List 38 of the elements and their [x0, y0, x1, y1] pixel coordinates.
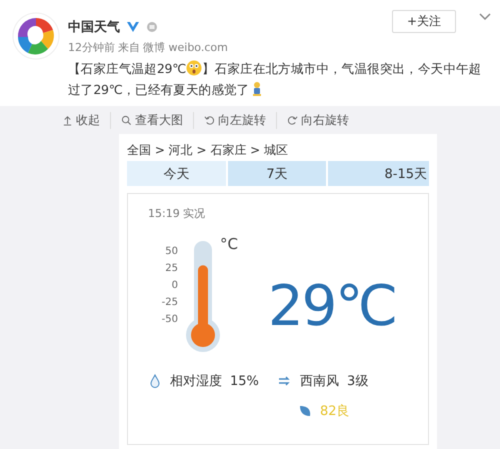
forecast-tab[interactable]: 8-15天 — [328, 161, 430, 186]
forecast-tab[interactable]: 今天 — [127, 161, 226, 186]
humidity-value: 15% — [230, 374, 259, 388]
scale-label: 0 — [170, 278, 178, 292]
temperature-value: 29℃ — [268, 274, 396, 339]
rotate-right-icon — [287, 114, 298, 126]
source-link[interactable]: 微博 weibo.com — [143, 40, 228, 55]
toolbar-button[interactable]: 向左旋转 — [204, 112, 277, 128]
observation-time: 15:19 实况 — [148, 206, 206, 221]
chevron-down-icon[interactable] — [479, 13, 491, 21]
logo-icon[interactable] — [12, 12, 60, 60]
wind-direction: 西南风 — [300, 373, 339, 390]
post-text: 【石家庄气温超29℃ 】石家庄在北方城市中，气温很突出，今天中午超过了29℃，已经有夏天的感觉了 — [68, 59, 482, 99]
air-quality-value: 82良 — [320, 403, 350, 420]
scale-label: 50 — [164, 244, 178, 258]
search-icon — [121, 114, 132, 126]
surprised-emoji-icon — [186, 60, 202, 76]
droplet-icon — [148, 374, 162, 388]
scale-label: -25 — [160, 296, 178, 310]
toolbar-button[interactable]: 查看大图 — [121, 112, 194, 128]
breadcrumb: 全国 > 河北 > 石家庄 > 城区 — [127, 142, 290, 159]
collapse-icon — [62, 114, 73, 126]
wind-level: 3级 — [347, 373, 368, 390]
toolbar-button[interactable]: 收起 — [62, 112, 111, 128]
badge-icon — [146, 21, 158, 33]
humidity-label: 相对湿度 — [170, 373, 222, 390]
toolbar-button[interactable]: 向右旋转 — [287, 112, 359, 128]
follow-button[interactable]: +关注 — [392, 10, 456, 33]
scale-label: 25 — [164, 262, 178, 276]
rotate-left-icon — [204, 114, 215, 126]
post-time[interactable]: 12分钟前 — [68, 40, 115, 55]
account-name[interactable]: 中国天气 — [68, 18, 120, 36]
source-label: 来自 — [118, 40, 140, 55]
unit-label: °C — [220, 235, 238, 253]
forecast-tab[interactable]: 7天 — [228, 161, 326, 186]
wind-icon — [278, 374, 292, 388]
leaf-icon — [298, 404, 312, 418]
scale-label: -50 — [160, 312, 178, 326]
